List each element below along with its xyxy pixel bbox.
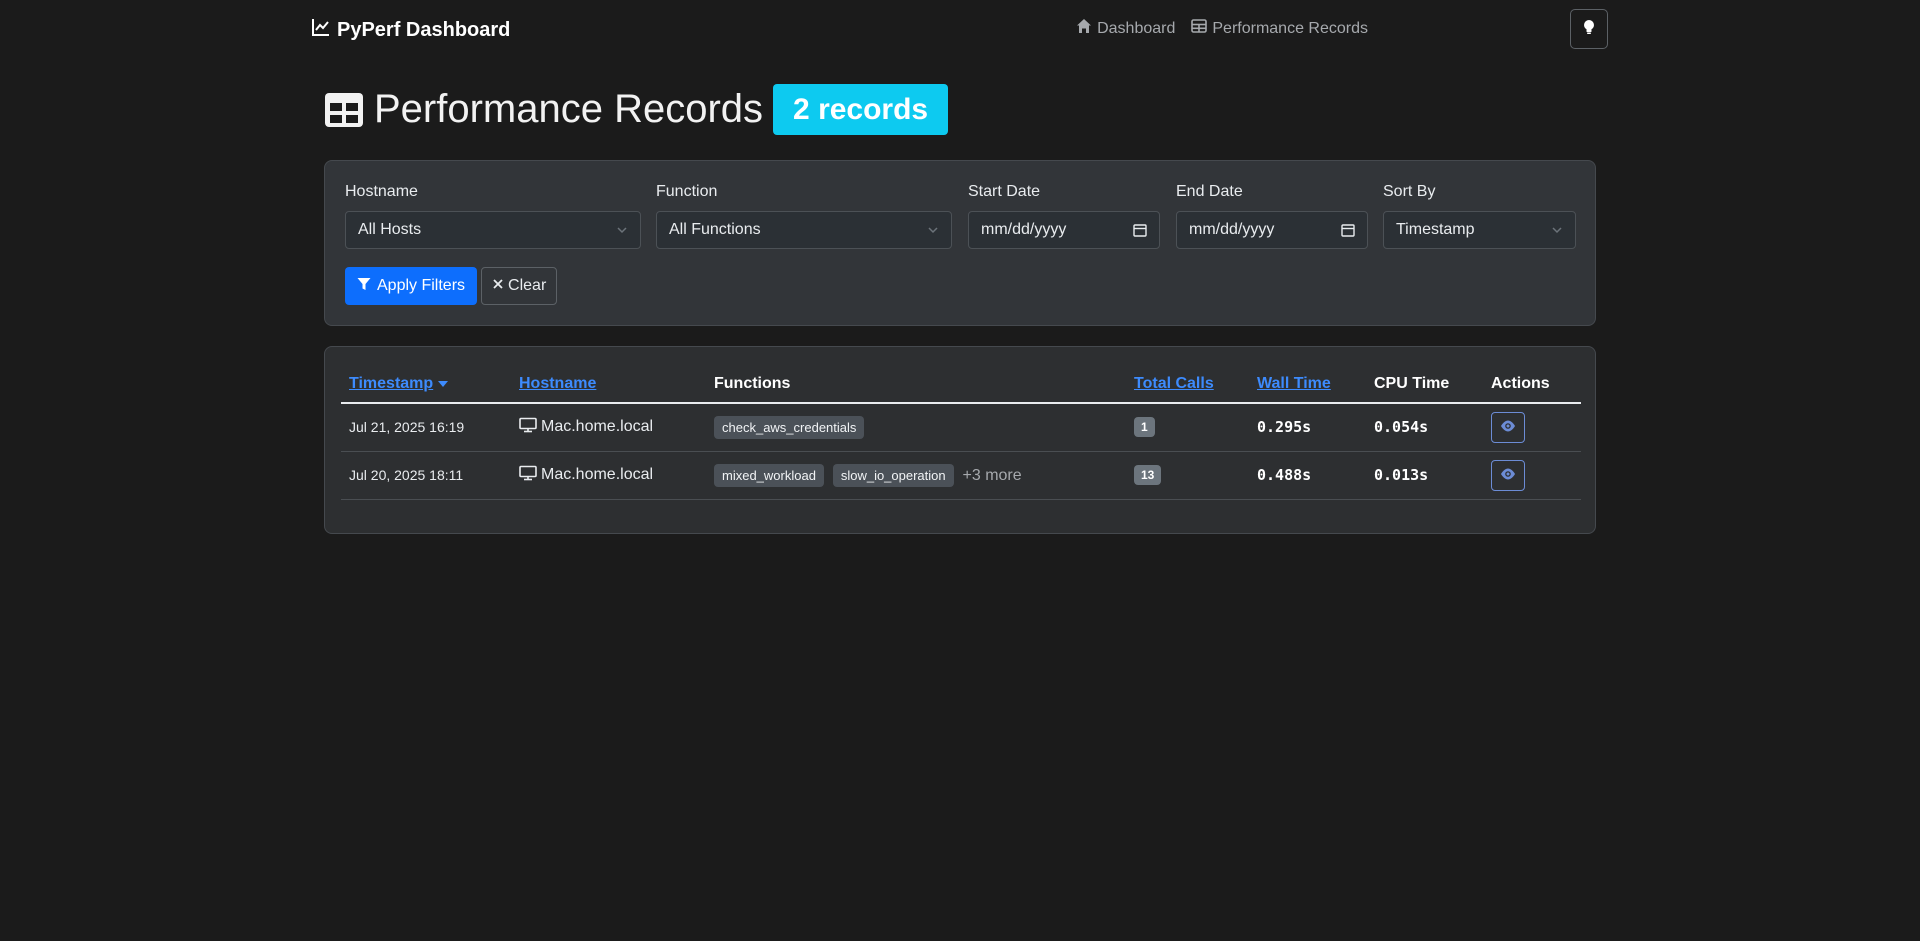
total-calls-badge: 13	[1134, 465, 1162, 485]
row-wall-time: 0.295s	[1249, 403, 1366, 452]
function-filter: Function All Functions	[656, 183, 952, 249]
hostname-text: Mac.home.local	[541, 418, 654, 436]
records-table: Timestamp Hostname Functions Total Calls…	[341, 357, 1581, 500]
row-cpu-time: 0.013s	[1366, 451, 1483, 500]
eye-icon	[1500, 467, 1516, 483]
column-header-cpu-time: CPU Time	[1366, 357, 1483, 404]
row-total-calls: 13	[1126, 451, 1249, 500]
function-label: Function	[656, 183, 718, 200]
function-select[interactable]: All Functions	[656, 211, 952, 249]
row-hostname: Mac.home.local	[511, 403, 706, 452]
brand-title: PyPerf Dashboard	[337, 18, 511, 41]
row-total-calls: 1	[1126, 403, 1249, 452]
table-header-row: Timestamp Hostname Functions Total Calls…	[341, 357, 1581, 404]
clear-filters-button[interactable]: Clear	[481, 267, 558, 305]
chevron-down-icon	[1551, 224, 1563, 236]
view-record-button[interactable]	[1491, 459, 1525, 491]
desktop-icon	[519, 417, 537, 438]
column-header-label: CPU Time	[1374, 374, 1450, 392]
hostname-text: Mac.home.local	[541, 466, 654, 483]
sort-by-select[interactable]: Timestamp	[1383, 211, 1576, 249]
nav-links: Dashboard Performance Records	[1076, 18, 1368, 39]
desktop-icon	[519, 465, 537, 486]
function-select-value: All Functions	[669, 221, 761, 238]
records-count-badge: 2 records	[773, 84, 949, 135]
end-date-input[interactable]: mm/dd/yyyy	[1176, 211, 1368, 249]
hostname-label: Hostname	[345, 183, 418, 200]
brand-link[interactable]: PyPerf Dashboard	[311, 17, 510, 43]
function-tag: check_aws_credentials	[714, 415, 865, 439]
hostname-select-value: All Hosts	[358, 221, 422, 238]
nav-link-label: Dashboard	[1097, 19, 1176, 37]
table-icon	[1191, 18, 1208, 39]
column-header-label: Total Calls	[1134, 374, 1214, 392]
table-icon	[324, 92, 364, 128]
start-date-label: Start Date	[968, 183, 1041, 200]
start-date-filter: Start Date mm/dd/yyyy	[968, 183, 1160, 249]
filter-actions: Apply Filters Clear	[345, 267, 558, 305]
column-header-label: Functions	[714, 374, 791, 392]
nav-link-performance-records[interactable]: Performance Records	[1191, 18, 1368, 39]
row-hostname: Mac.home.local	[511, 451, 706, 500]
chevron-down-icon	[616, 224, 628, 236]
records-table-card: Timestamp Hostname Functions Total Calls…	[324, 346, 1596, 534]
end-date-filter: End Date mm/dd/yyyy	[1176, 183, 1368, 249]
column-header-label: Wall Time	[1257, 374, 1331, 392]
column-header-hostname[interactable]: Hostname	[511, 357, 706, 404]
row-timestamp: Jul 20, 2025 18:11	[341, 451, 511, 500]
chevron-down-icon	[927, 224, 939, 236]
navbar: PyPerf Dashboard Dashboard Performance R…	[0, 0, 1920, 58]
nav-link-dashboard[interactable]: Dashboard	[1076, 18, 1175, 39]
end-date-label: End Date	[1176, 183, 1243, 200]
table-row: Jul 21, 2025 16:19 Mac.home.local check_…	[341, 403, 1581, 452]
row-functions: check_aws_credentials	[706, 403, 1126, 452]
column-header-wall-time[interactable]: Wall Time	[1249, 357, 1366, 404]
page-title: Performance Records 2 records	[324, 84, 949, 135]
table-row: Jul 20, 2025 18:11 Mac.home.local mixed_…	[341, 451, 1581, 500]
apply-filters-label: Apply Filters	[377, 277, 466, 294]
column-header-functions: Functions	[706, 357, 1126, 404]
sort-by-filter: Sort By Timestamp	[1383, 183, 1576, 249]
lightbulb-icon	[1582, 19, 1596, 40]
clear-filters-label: Clear	[508, 277, 547, 294]
start-date-placeholder: mm/dd/yyyy	[981, 221, 1067, 238]
row-actions	[1483, 403, 1581, 452]
column-header-label: Timestamp	[349, 374, 434, 392]
function-tag: slow_io_operation	[832, 463, 954, 487]
filter-panel: Hostname All Hosts Function All Function…	[324, 160, 1596, 326]
hostname-select[interactable]: All Hosts	[345, 211, 641, 249]
hostname-filter: Hostname All Hosts	[345, 183, 641, 249]
eye-icon	[1500, 419, 1516, 435]
column-header-label: Actions	[1491, 374, 1550, 392]
function-tag: mixed_workload	[714, 463, 824, 487]
column-header-label: Hostname	[519, 374, 597, 392]
page-title-text: Performance Records	[374, 87, 764, 131]
total-calls-badge: 1	[1134, 417, 1155, 438]
view-record-button[interactable]	[1491, 411, 1525, 443]
more-functions-text: +3 more	[962, 466, 1022, 484]
nav-link-label: Performance Records	[1212, 19, 1368, 37]
row-cpu-time: 0.054s	[1366, 403, 1483, 452]
row-wall-time: 0.488s	[1249, 451, 1366, 500]
row-actions	[1483, 451, 1581, 500]
calendar-icon[interactable]	[1341, 223, 1355, 237]
column-header-total-calls[interactable]: Total Calls	[1126, 357, 1249, 404]
sort-desc-icon	[437, 375, 448, 392]
sort-by-select-value: Timestamp	[1396, 221, 1475, 238]
start-date-input[interactable]: mm/dd/yyyy	[968, 211, 1160, 249]
column-header-timestamp[interactable]: Timestamp	[341, 357, 511, 404]
column-header-actions: Actions	[1483, 357, 1581, 404]
filter-icon	[357, 277, 371, 296]
calendar-icon[interactable]	[1133, 223, 1147, 237]
chart-line-icon	[311, 17, 331, 43]
close-icon	[492, 277, 504, 295]
apply-filters-button[interactable]: Apply Filters	[345, 267, 478, 305]
row-timestamp: Jul 21, 2025 16:19	[341, 403, 511, 452]
end-date-placeholder: mm/dd/yyyy	[1189, 221, 1275, 238]
home-icon	[1076, 18, 1092, 39]
sort-by-label: Sort By	[1383, 183, 1436, 200]
theme-toggle-button[interactable]	[1570, 9, 1608, 49]
row-functions: mixed_workload slow_io_operation +3 more	[706, 451, 1126, 500]
